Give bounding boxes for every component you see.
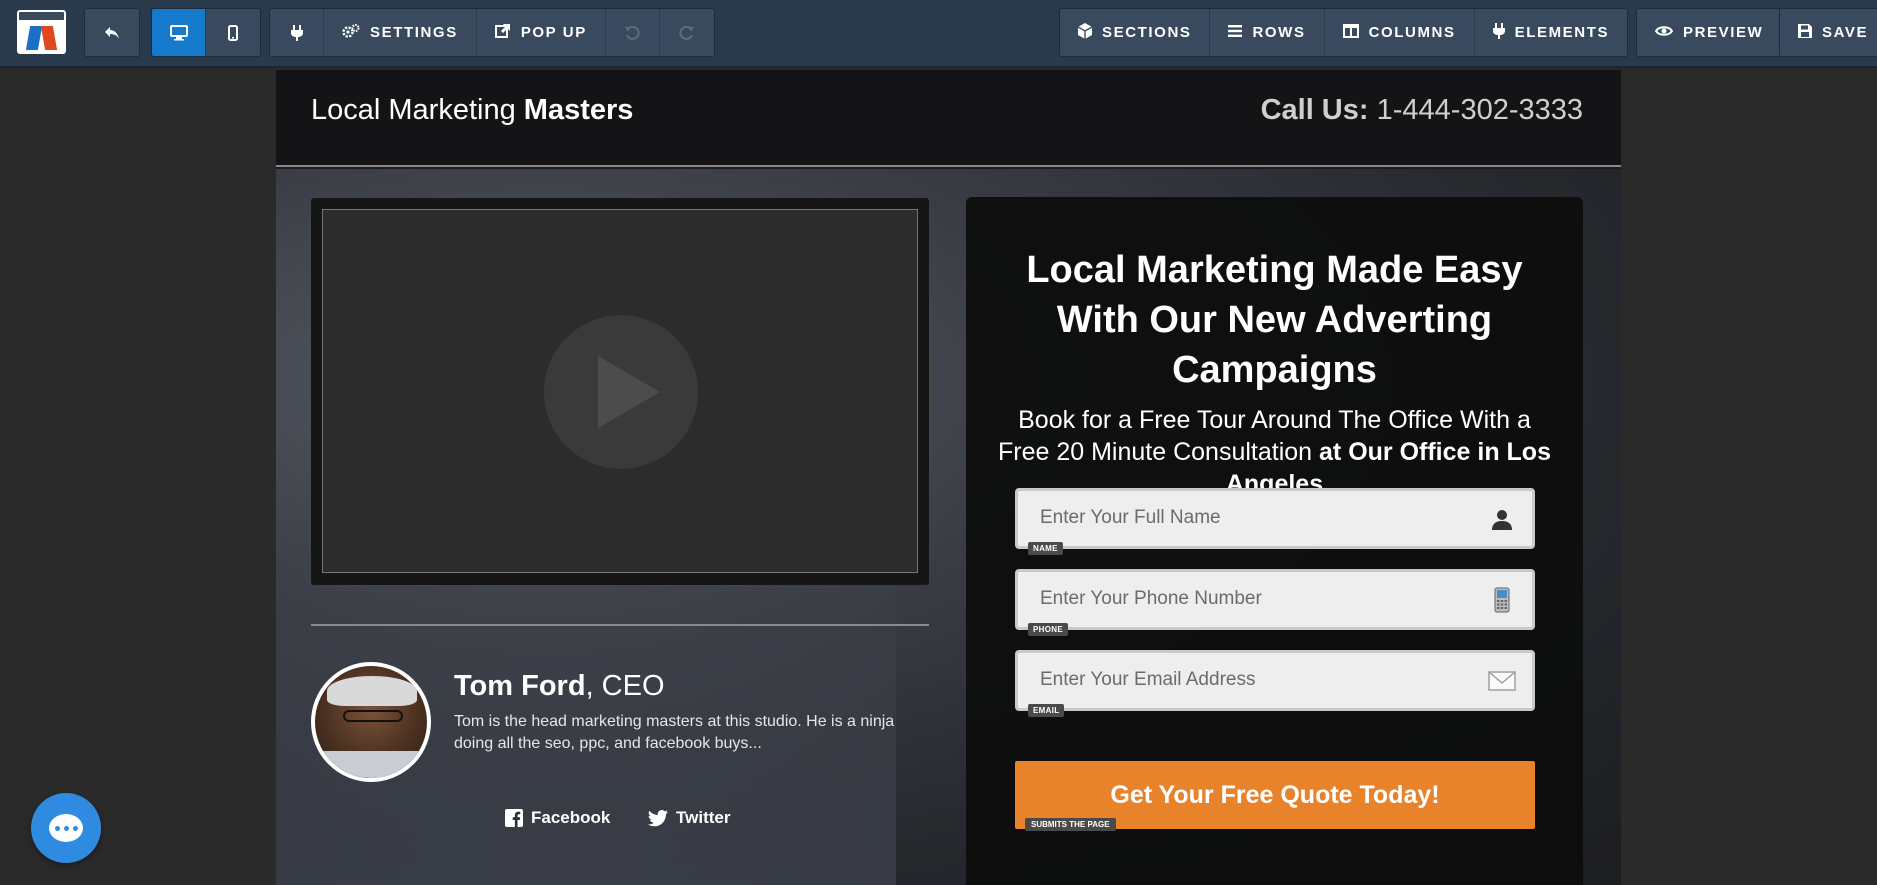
gears-icon <box>342 23 360 42</box>
floppy-disk-icon <box>1798 23 1812 42</box>
cube-icon <box>1077 22 1093 43</box>
undo-button[interactable] <box>605 9 660 56</box>
popup-label: POP UP <box>520 24 587 41</box>
preview-group: PREVIEW <box>1636 8 1783 57</box>
cta-tag: SUBMITS THE PAGE <box>1025 818 1116 831</box>
app-logo-icon[interactable] <box>17 10 66 54</box>
desktop-icon <box>169 24 188 40</box>
settings-button[interactable]: SETTINGS <box>324 9 477 56</box>
person-name: Tom Ford, CEO <box>454 670 665 703</box>
elements-button[interactable]: ELEMENTS <box>1474 9 1628 56</box>
elements-label: ELEMENTS <box>1514 24 1610 41</box>
email-tag: EMAIL <box>1028 704 1065 717</box>
page-tools-group: SETTINGS POP UP <box>269 8 715 57</box>
chat-widget-button[interactable] <box>31 793 101 863</box>
save-label: SAVE <box>1822 24 1869 41</box>
brand-name: Local Marketing Masters <box>311 94 633 127</box>
reply-arrow-icon <box>105 26 119 39</box>
settings-label: SETTINGS <box>370 24 458 41</box>
columns-button[interactable]: COLUMNS <box>1324 9 1475 56</box>
email-field: EMAIL <box>1015 650 1535 717</box>
back-button[interactable] <box>85 9 139 56</box>
columns-icon <box>1342 23 1359 42</box>
rows-icon <box>1228 24 1243 41</box>
call-label: Call Us: <box>1260 94 1369 126</box>
redo-icon <box>679 25 694 40</box>
person-bio: Tom is the head marketing masters at thi… <box>454 713 895 752</box>
phone-field: PHONE <box>1015 569 1535 636</box>
plug-icon <box>1492 22 1505 43</box>
page-header[interactable]: Local Marketing Masters Call Us: 1-444-3… <box>276 70 1621 167</box>
rows-button[interactable]: ROWS <box>1210 9 1325 56</box>
twitter-link[interactable]: Twitter <box>648 808 730 828</box>
save-button[interactable]: SAVE <box>1780 9 1877 56</box>
popup-button[interactable]: POP UP <box>476 9 606 56</box>
person-name-bold: Tom Ford <box>454 670 586 702</box>
sections-label: SECTIONS <box>1102 24 1192 41</box>
back-group <box>84 8 140 57</box>
play-icon <box>598 356 660 428</box>
facebook-link[interactable]: Facebook <box>505 808 610 828</box>
twitter-icon <box>648 809 668 827</box>
preview-button[interactable]: PREVIEW <box>1637 9 1782 56</box>
editor-toolbar: SETTINGS POP UP SECTIONS ROWS COLUMNS EL… <box>0 0 1877 68</box>
preview-label: PREVIEW <box>1683 24 1764 41</box>
user-icon <box>1488 505 1516 533</box>
name-field: NAME <box>1015 488 1535 555</box>
plug-icon <box>290 24 303 41</box>
plugin-button[interactable] <box>270 9 324 56</box>
mobile-icon <box>228 24 238 41</box>
divider <box>311 624 929 626</box>
undo-icon <box>625 25 640 40</box>
phone-tag: PHONE <box>1028 623 1068 636</box>
rows-label: ROWS <box>1252 24 1306 41</box>
view-toggle-group <box>151 8 261 57</box>
call-us: Call Us: 1-444-302-3333 <box>1261 94 1583 127</box>
phone-input[interactable] <box>1040 586 1440 612</box>
eye-icon <box>1654 24 1674 41</box>
twitter-label: Twitter <box>676 808 731 827</box>
desktop-view-button[interactable] <box>152 9 206 56</box>
save-group: SAVE <box>1779 8 1877 57</box>
mobile-phone-icon <box>1488 586 1516 614</box>
envelope-icon <box>1488 667 1516 695</box>
avatar <box>311 662 431 782</box>
chat-bubble-icon <box>49 814 83 842</box>
lead-form-panel: Local Marketing Made Easy With Our New A… <box>966 197 1583 885</box>
name-tag: NAME <box>1028 542 1063 555</box>
brand-bold: Masters <box>523 94 634 126</box>
columns-label: COLUMNS <box>1368 24 1456 41</box>
email-input[interactable] <box>1040 667 1440 693</box>
facebook-label: Facebook <box>531 808 611 827</box>
video-player[interactable] <box>311 198 929 585</box>
structure-tools-group: SECTIONS ROWS COLUMNS ELEMENTS <box>1059 8 1629 57</box>
external-link-icon <box>494 23 511 43</box>
phone-number: 1-444-302-3333 <box>1376 94 1583 126</box>
mobile-view-button[interactable] <box>206 9 260 56</box>
brand-light: Local Marketing <box>311 94 516 126</box>
landing-page-canvas: Local Marketing Masters Call Us: 1-444-3… <box>276 70 1621 885</box>
redo-button[interactable] <box>659 9 714 56</box>
form-subtitle: Book for a Free Tour Around The Office W… <box>996 404 1553 500</box>
sections-button[interactable]: SECTIONS <box>1060 9 1211 56</box>
name-input[interactable] <box>1040 505 1440 531</box>
form-title: Local Marketing Made Easy With Our New A… <box>1026 249 1523 391</box>
play-button[interactable] <box>544 315 698 469</box>
person-role: , CEO <box>585 670 665 702</box>
facebook-icon <box>505 809 523 827</box>
video-area <box>322 209 918 573</box>
